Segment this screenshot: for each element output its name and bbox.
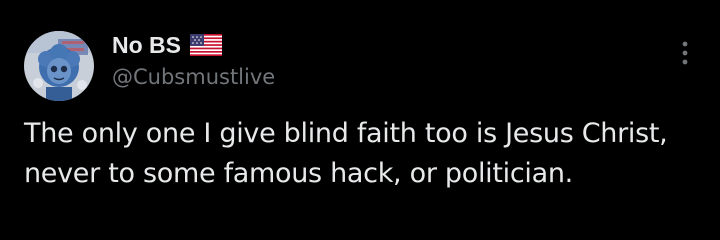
more-vertical-icon	[682, 41, 688, 65]
user-handle[interactable]: @Cubsmustlive	[112, 62, 275, 92]
name-row: No BS	[112, 28, 275, 62]
tweet-header: No BS @Cubsmustlive	[112, 28, 275, 92]
more-options-button[interactable]	[670, 36, 700, 70]
us-flag-icon	[190, 34, 222, 56]
avatar-image	[24, 31, 94, 101]
display-name[interactable]: No BS	[112, 28, 181, 62]
tweet-text: The only one I give blind faith too is J…	[24, 118, 668, 189]
avatar[interactable]	[24, 31, 94, 101]
tweet-card: No BS @Cubsmustlive The only one I give …	[0, 0, 720, 240]
